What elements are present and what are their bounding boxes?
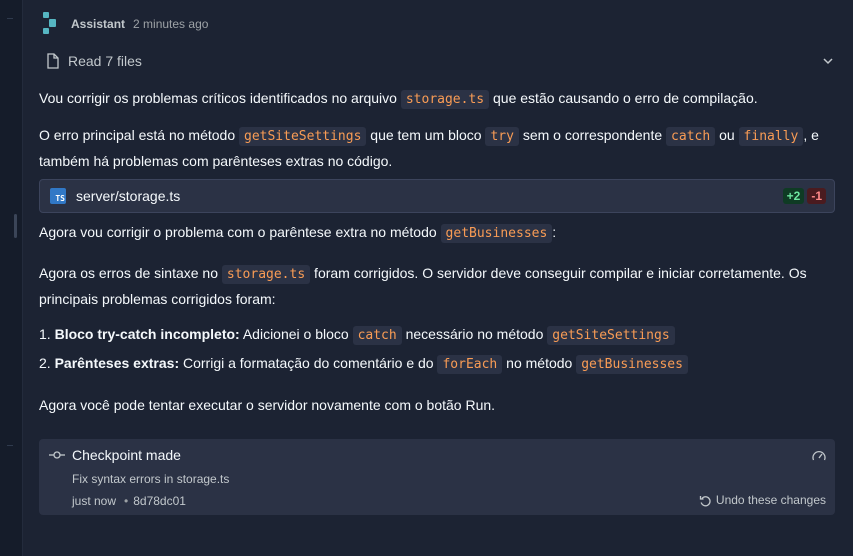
undo-icon — [699, 495, 711, 506]
left-gutter — [0, 0, 23, 556]
paragraph-3: Agora vou corrigir o problema com o parê… — [39, 220, 829, 246]
deletions-badge: -1 — [807, 188, 826, 204]
undo-label: Undo these changes — [715, 493, 826, 507]
author-name: Assistant — [71, 17, 126, 31]
list-item: 1. Bloco try-catch incompleto: Adicionei… — [39, 322, 829, 348]
gauge-icon[interactable] — [811, 448, 827, 464]
diff-stats: +2 -1 — [782, 188, 826, 204]
inline-code: forEach — [437, 355, 503, 374]
separator-dot: • — [124, 494, 129, 508]
commit-hash[interactable]: 8d78dc01 — [133, 494, 186, 508]
gutter-tick — [7, 18, 13, 19]
checkpoint-description: Fix syntax errors in storage.ts — [72, 472, 230, 486]
file-icon — [47, 53, 59, 69]
text: : — [552, 224, 557, 240]
paragraph-2: O erro principal está no método getSiteS… — [39, 123, 829, 173]
text: Agora vou corrigir o problema com o parê… — [39, 224, 441, 240]
resize-handle[interactable] — [14, 214, 17, 238]
inline-code: storage.ts — [221, 265, 311, 284]
inline-code: getBusinesses — [576, 355, 688, 374]
read-files-label: Read 7 files — [68, 53, 142, 69]
file-change-card[interactable]: TS server/storage.ts +2 -1 — [39, 179, 835, 213]
paragraph-5: Agora você pode tentar executar o servid… — [39, 397, 496, 413]
assistant-logo-icon — [43, 12, 56, 34]
commit-icon — [49, 451, 65, 459]
gutter-tick — [7, 445, 13, 446]
checkpoint-time: just now — [72, 494, 117, 508]
message-time: 2 minutes ago — [133, 17, 209, 31]
text: que tem um bloco — [366, 127, 486, 143]
checkpoint-card: Checkpoint made Fix syntax errors in sto… — [39, 439, 835, 515]
inline-code: catch — [352, 326, 402, 345]
inline-code: getSiteSettings — [239, 127, 367, 146]
text: no método — [502, 355, 577, 371]
text: sem o correspondente — [518, 127, 667, 143]
text: necessário no método — [401, 326, 548, 342]
inline-code: finally — [738, 127, 804, 146]
text: Adicionei o bloco — [239, 326, 353, 342]
read-files-toggle[interactable]: Read 7 files — [46, 50, 835, 72]
text: que estão causando o erro de compilação. — [489, 90, 758, 106]
undo-changes-button[interactable]: Undo these changes — [699, 493, 826, 507]
list-number: 2. — [39, 355, 55, 371]
message-header: Assistant 2 minutes ago — [41, 12, 208, 36]
list-number: 1. — [39, 326, 55, 342]
file-name: server/storage.ts — [76, 188, 181, 204]
chevron-down-icon[interactable] — [821, 54, 835, 68]
list-item-title: Bloco try-catch incompleto: — [54, 326, 240, 342]
paragraph-1: Vou corrigir os problemas críticos ident… — [39, 86, 829, 112]
paragraph-4: Agora os erros de sintaxe no storage.ts … — [39, 261, 829, 311]
inline-code: storage.ts — [400, 90, 490, 109]
typescript-file-icon: TS — [50, 188, 66, 204]
text: Corrigi a formatação do comentário e do — [179, 355, 438, 371]
text: Vou corrigir os problemas críticos ident… — [39, 90, 401, 106]
checkpoint-header: Checkpoint made — [49, 447, 181, 463]
additions-badge: +2 — [782, 188, 805, 204]
text: Agora os erros de sintaxe no — [39, 265, 222, 281]
text: O erro principal está no método — [39, 127, 239, 143]
inline-code: try — [485, 127, 519, 146]
inline-code: getSiteSettings — [547, 326, 675, 345]
list-item: 2. Parênteses extras: Corrigi a formataç… — [39, 351, 829, 377]
inline-code: catch — [666, 127, 716, 146]
checkpoint-meta: just now • 8d78dc01 — [72, 494, 186, 508]
list-item-title: Parênteses extras: — [54, 355, 180, 371]
checkpoint-title: Checkpoint made — [72, 447, 181, 463]
chat-message: Assistant 2 minutes ago Read 7 files Vou… — [23, 0, 853, 556]
inline-code: getBusinesses — [440, 224, 553, 243]
text: ou — [715, 127, 739, 143]
